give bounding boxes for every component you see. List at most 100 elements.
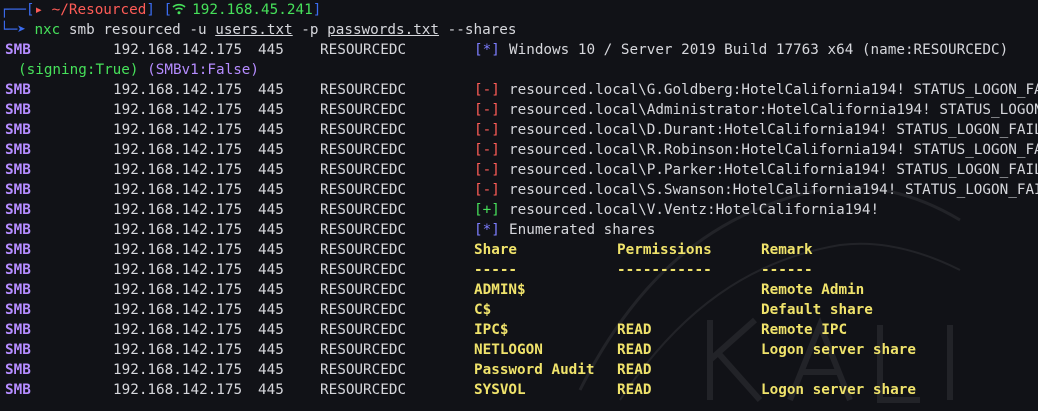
row-port: 445 [258, 382, 284, 398]
row-ip: 192.168.142.175 [113, 282, 243, 298]
row-protocol: SMB [5, 222, 31, 238]
row-port: 445 [258, 102, 284, 118]
row-status: [+] [474, 202, 500, 218]
row-status: [-] [474, 142, 500, 158]
output-row-auth: SMB 192.168.142.175 445 RESOURCEDC [-] resour… [0, 100, 1038, 120]
row-hostname: RESOURCEDC [320, 222, 407, 238]
row-hostname: RESOURCEDC [320, 382, 407, 398]
share-permissions: READ [617, 322, 652, 338]
row-port: 445 [258, 182, 284, 198]
row-protocol: SMB [5, 162, 31, 178]
row-hostname: RESOURCEDC [320, 322, 407, 338]
row-port: 445 [258, 362, 284, 378]
row-status: [-] [474, 182, 500, 198]
row-port: 445 [258, 222, 284, 238]
share-row: SMB 192.168.142.175 445 RESOURCEDC IPC$ READ R… [0, 320, 1038, 340]
share-table-header: SMB 192.168.142.175 445 RESOURCEDC Share… [0, 240, 1038, 260]
row-message: Windows 10 / Server 2019 Build 17763 x64… [509, 42, 1009, 58]
row-protocol: SMB [5, 282, 31, 298]
separator-share: ----- [474, 262, 518, 278]
row-ip: 192.168.142.175 [113, 302, 243, 318]
header-share: Share [474, 242, 518, 258]
row-port: 445 [258, 122, 284, 138]
share-name: SYSVOL [474, 382, 526, 398]
output-row-auth: SMB 192.168.142.175 445 RESOURCEDC [-] resour… [0, 140, 1038, 160]
row-ip: 192.168.142.175 [113, 142, 243, 158]
signing-flag: (signing:True) [18, 62, 139, 78]
row-message: Enumerated shares [509, 222, 656, 238]
row-message: resourced.local\D.Durant:HotelCalifornia… [509, 122, 1038, 138]
row-ip: 192.168.142.175 [113, 122, 243, 138]
row-hostname: RESOURCEDC [320, 142, 407, 158]
prompt-ip: 192.168.45.241 [192, 2, 313, 18]
prompt-cwd: ~/Resourced [51, 2, 147, 18]
share-name: IPC$ [474, 322, 509, 338]
command-proto: smb [68, 22, 95, 38]
row-port: 445 [258, 242, 284, 258]
row-hostname: RESOURCEDC [320, 122, 407, 138]
row-port: 445 [258, 162, 284, 178]
row-ip: 192.168.142.175 [113, 162, 243, 178]
prompt-line: ┌──[▸ ~/Resourced] [192.168.45.241] [0, 0, 1038, 20]
row-port: 445 [258, 262, 284, 278]
row-message: resourced.local\P.Parker:HotelCalifornia… [509, 162, 1038, 178]
row-hostname: RESOURCEDC [320, 42, 407, 58]
row-protocol: SMB [5, 102, 31, 118]
output-row-auth: SMB 192.168.142.175 445 RESOURCEDC [-] resour… [0, 120, 1038, 140]
row-message: resourced.local\V.Ventz:HotelCalifornia1… [509, 202, 880, 218]
share-remark: Default share [761, 302, 873, 318]
output-row-auth: SMB 192.168.142.175 445 RESOURCEDC [-] resour… [0, 160, 1038, 180]
row-port: 445 [258, 282, 284, 298]
row-hostname: RESOURCEDC [320, 362, 407, 378]
smbv1-flag: (SMBv1:False) [147, 62, 260, 78]
row-port: 445 [258, 82, 284, 98]
row-protocol: SMB [5, 242, 31, 258]
share-row: SMB 192.168.142.175 445 RESOURCEDC C$ Default… [0, 300, 1038, 320]
command-line[interactable]: └─➤ nxc smb resourced -u users.txt -p pa… [0, 20, 1038, 40]
output-row-enumerated: SMB 192.168.142.175 445 RESOURCEDC [*] E… [0, 220, 1038, 240]
prompt-corner-top: ┌──[ [0, 2, 35, 18]
row-hostname: RESOURCEDC [320, 302, 407, 318]
row-ip: 192.168.142.175 [113, 182, 243, 198]
terminal-window[interactable]: ┌──[▸ ~/Resourced] [192.168.45.241] └─➤ … [0, 0, 1038, 411]
share-name: ADMIN$ [474, 282, 526, 298]
row-protocol: SMB [5, 322, 31, 338]
prompt-bracket-close: ] [ [146, 2, 173, 18]
row-port: 445 [258, 142, 284, 158]
share-permissions: READ [617, 382, 652, 398]
row-protocol: SMB [5, 362, 31, 378]
command-users-file: users.txt [215, 22, 293, 38]
share-row: SMB 192.168.142.175 445 RESOURCEDC NETLOGON R… [0, 340, 1038, 360]
row-protocol: SMB [5, 182, 31, 198]
share-permissions: READ [617, 342, 652, 358]
prompt-flag-icon: ▸ [34, 2, 52, 18]
row-ip: 192.168.142.175 [113, 42, 243, 58]
output-row-auth: SMB 192.168.142.175 445 RESOURCEDC [-] resour… [0, 80, 1038, 100]
row-hostname: RESOURCEDC [320, 202, 407, 218]
row-status: [*] [474, 222, 500, 238]
row-ip: 192.168.142.175 [113, 262, 243, 278]
command-target: resourced [103, 22, 181, 38]
header-remark: Remark [761, 242, 813, 258]
row-ip: 192.168.142.175 [113, 342, 243, 358]
row-hostname: RESOURCEDC [320, 342, 407, 358]
row-hostname: RESOURCEDC [320, 242, 407, 258]
share-table-separator: SMB 192.168.142.175 445 RESOURCEDC -----… [0, 260, 1038, 280]
command-tool: nxc [34, 22, 61, 38]
row-ip: 192.168.142.175 [113, 362, 243, 378]
share-name: Password Audit [474, 362, 595, 378]
row-ip: 192.168.142.175 [113, 222, 243, 238]
row-message: resourced.local\G.Goldberg:HotelCaliforn… [509, 82, 1038, 98]
row-hostname: RESOURCEDC [320, 162, 407, 178]
share-remark: Remote IPC [761, 322, 848, 338]
command-passwords-file: passwords.txt [327, 22, 440, 38]
row-port: 445 [258, 342, 284, 358]
row-message: resourced.local\R.Robinson:HotelCaliforn… [509, 142, 1038, 158]
separator-permissions: ----------- [617, 262, 712, 278]
row-hostname: RESOURCEDC [320, 82, 407, 98]
row-status: [*] [474, 42, 500, 58]
row-protocol: SMB [5, 122, 31, 138]
row-ip: 192.168.142.175 [113, 102, 243, 118]
share-row: SMB 192.168.142.175 445 RESOURCEDC SYSVOL REA… [0, 380, 1038, 400]
row-ip: 192.168.142.175 [113, 82, 243, 98]
